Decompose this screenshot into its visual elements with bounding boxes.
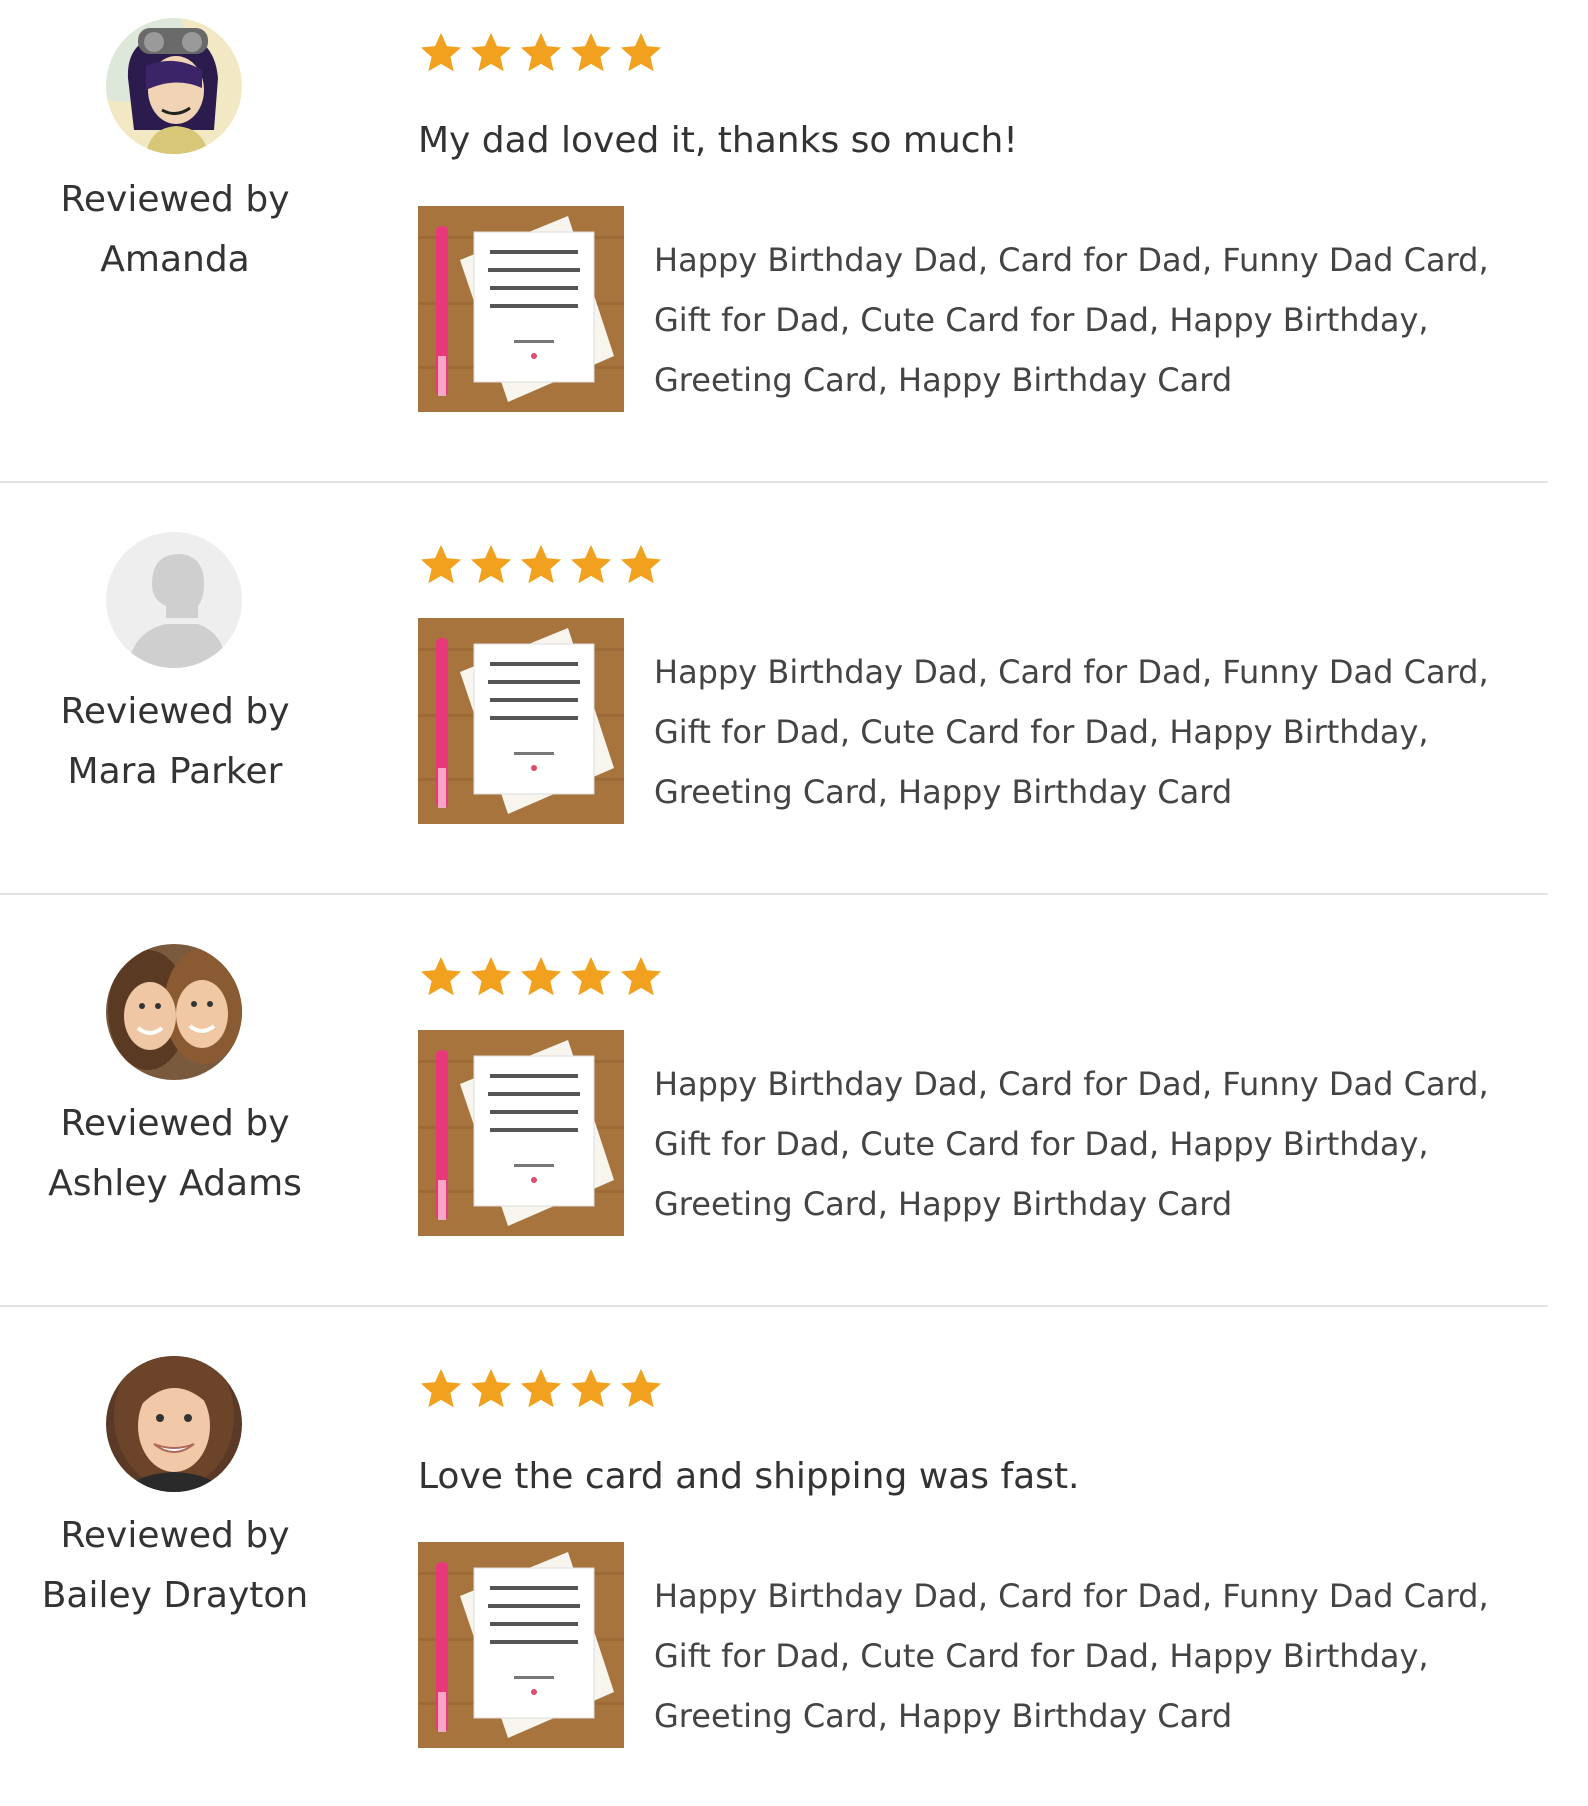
reviewer-name[interactable]: Ashley Adams [20,1154,330,1214]
product-title[interactable]: Happy Birthday Dad, Card for Dad, Funny … [654,230,1544,410]
star-icon [620,32,662,72]
star-icon [620,1368,662,1408]
reviewer-prefix: Reviewed by [60,179,290,220]
star-icon [420,956,462,996]
reviewer-avatar[interactable] [106,944,242,1080]
star-icon [470,1368,512,1408]
star-icon [570,32,612,72]
reviewer-prefix: Reviewed by [60,1103,290,1144]
star-icon [520,1368,562,1408]
review-item: Reviewed by Bailey Drayton Love the card… [0,1336,1548,1806]
star-icon [470,956,512,996]
reviewer-label: Reviewed by Mara Parker [20,682,330,802]
star-icon [420,544,462,584]
divider [0,1305,1548,1307]
reviewer-avatar[interactable] [106,18,242,154]
star-rating [418,1366,664,1420]
star-icon [620,544,662,584]
reviewer-name[interactable]: Amanda [20,230,330,290]
reviewer-label: Reviewed by Ashley Adams [20,1094,330,1214]
star-icon [520,32,562,72]
reviewer-name[interactable]: Mara Parker [20,742,330,802]
review-item: Reviewed by Ashley Adams Happy Birthday … [0,924,1548,1394]
reviewer-label: Reviewed by Bailey Drayton [20,1506,330,1626]
product-title[interactable]: Happy Birthday Dad, Card for Dad, Funny … [654,1054,1544,1234]
reviewer-avatar[interactable] [106,1356,242,1492]
review-item: Reviewed by Amanda My dad loved it, than… [0,0,1548,470]
product-thumbnail[interactable] [418,618,624,824]
divider [0,893,1548,895]
star-icon [420,1368,462,1408]
product-title[interactable]: Happy Birthday Dad, Card for Dad, Funny … [654,642,1544,822]
star-rating [418,30,664,84]
product-thumbnail[interactable] [418,206,624,412]
review-comment: My dad loved it, thanks so much! [418,120,1018,161]
review-comment: Love the card and shipping was fast. [418,1456,1080,1497]
reviewer-prefix: Reviewed by [60,1515,290,1556]
reviewer-prefix: Reviewed by [60,691,290,732]
divider [0,481,1548,483]
star-rating [418,954,664,1008]
review-item: Reviewed by Mara Parker Happy Birthday D… [0,512,1548,982]
star-icon [420,32,462,72]
reviewer-name[interactable]: Bailey Drayton [20,1566,330,1626]
product-thumbnail[interactable] [418,1030,624,1236]
star-rating [418,542,664,596]
star-icon [470,544,512,584]
product-title[interactable]: Happy Birthday Dad, Card for Dad, Funny … [654,1566,1544,1746]
reviewer-label: Reviewed by Amanda [20,170,330,290]
star-icon [520,956,562,996]
product-thumbnail[interactable] [418,1542,624,1748]
default-user-icon[interactable] [106,532,242,668]
star-icon [570,544,612,584]
star-icon [570,956,612,996]
star-icon [470,32,512,72]
star-icon [570,1368,612,1408]
star-icon [520,544,562,584]
star-icon [620,956,662,996]
